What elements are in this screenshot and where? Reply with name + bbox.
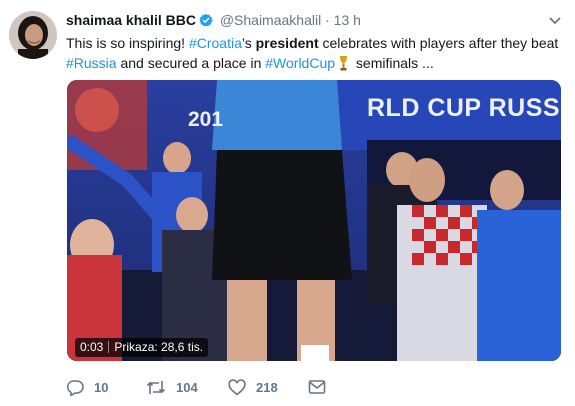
video-player[interactable]: 201 RLD CUP RUSSI 0:03 Prikaza: 28,6 tis. [67,80,561,361]
hashtag-worldcup[interactable]: #WorldCup [265,55,335,71]
video-time: 0:03 [80,340,104,354]
author-handle[interactable]: @Shaimaakhalil [220,12,321,28]
reply-count: 10 [94,380,109,395]
video-banner-text: RLD CUP RUSSI [367,94,561,122]
tweet-text-segment: ’s [241,35,256,51]
like-count: 218 [256,380,278,395]
retweet-button[interactable]: 104 [146,379,198,396]
retweet-count: 104 [176,380,198,395]
chevron-down-icon[interactable] [548,13,562,31]
video-info-badge: 0:03 Prikaza: 28,6 tis. [75,338,209,357]
trophy-icon [339,55,348,76]
header-separator: · [325,12,330,28]
tweet-text-segment: and secured a place in [116,55,266,71]
verified-icon [199,13,213,31]
retweet-icon [146,381,166,394]
tweet-text-bold: president [255,35,319,51]
like-icon [228,379,246,396]
like-button[interactable]: 218 [228,379,278,396]
tweet-text-segment: semifinals ... [352,55,434,71]
reply-button[interactable]: 10 [66,379,108,396]
dm-button[interactable] [308,379,336,395]
tweet-timestamp[interactable]: 13 h [334,12,361,28]
author-name[interactable]: shaimaa khalil BBC [66,12,196,28]
tweet-header: shaimaa khalil BBC @Shaimaakhalil · 13 h [66,12,361,31]
dm-icon [308,380,326,394]
tweet-text-segment: This is so inspiring! [66,35,189,51]
tweet-text-segment: celebrates with players after they beat [318,35,559,51]
badge-divider [108,341,110,353]
reply-icon [66,380,84,396]
video-banner-year: 201 [188,108,224,131]
tweet-text: This is so inspiring! #Croatia’s preside… [66,33,561,76]
video-views: Prikaza: 28,6 tis. [114,340,204,354]
hashtag-croatia[interactable]: #Croatia [189,35,242,51]
avatar[interactable] [9,11,57,59]
hashtag-russia[interactable]: #Russia [66,55,117,71]
